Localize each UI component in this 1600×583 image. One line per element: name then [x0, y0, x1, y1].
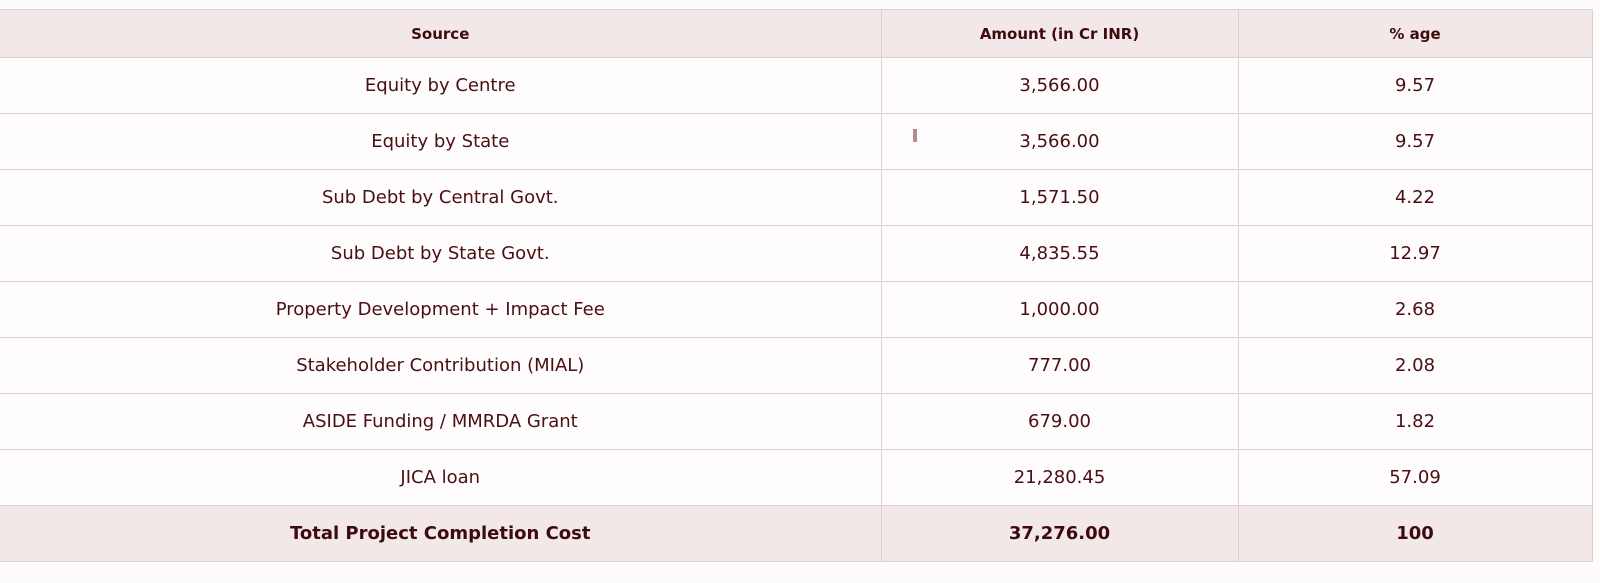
funding-table-container: Source Amount (in Cr INR) % age Equity b…: [0, 9, 1593, 562]
amount-cell: 3,566.00: [880, 113, 1239, 170]
percentage-cell: 9.57: [1237, 57, 1593, 114]
amount-value: 3,566.00: [1019, 131, 1100, 152]
total-amount-cell: 37,276.00: [880, 505, 1239, 562]
percentage-cell: 57.09: [1237, 449, 1593, 506]
percentage-cell: 2.08: [1237, 337, 1593, 394]
total-source-cell: Total Project Completion Cost: [0, 505, 882, 562]
table-row: Equity by State 3,566.00 9.57: [0, 113, 1593, 170]
source-cell: Property Development + Impact Fee: [0, 281, 882, 338]
total-row: Total Project Completion Cost 37,276.00 …: [0, 505, 1593, 562]
table-row: Equity by Centre 3,566.00 9.57: [0, 57, 1593, 114]
text-cursor-icon: [912, 129, 917, 142]
header-percentage: % age: [1237, 9, 1593, 58]
source-cell: JICA loan: [0, 449, 882, 506]
header-source: Source: [0, 9, 882, 58]
amount-cell: 21,280.45: [880, 449, 1239, 506]
table-row: JICA loan 21,280.45 57.09: [0, 449, 1593, 506]
table-row: ASIDE Funding / MMRDA Grant 679.00 1.82: [0, 393, 1593, 450]
source-cell: Sub Debt by State Govt.: [0, 225, 882, 282]
amount-cell: 4,835.55: [880, 225, 1239, 282]
funding-sources-table: Source Amount (in Cr INR) % age Equity b…: [0, 9, 1593, 562]
table-header-row: Source Amount (in Cr INR) % age: [0, 9, 1593, 58]
amount-cell: 1,000.00: [880, 281, 1239, 338]
table-row: Stakeholder Contribution (MIAL) 777.00 2…: [0, 337, 1593, 394]
percentage-cell: 2.68: [1237, 281, 1593, 338]
source-cell: ASIDE Funding / MMRDA Grant: [0, 393, 882, 450]
table-row: Sub Debt by State Govt. 4,835.55 12.97: [0, 225, 1593, 282]
header-amount: Amount (in Cr INR): [880, 9, 1239, 58]
percentage-cell: 4.22: [1237, 169, 1593, 226]
source-cell: Sub Debt by Central Govt.: [0, 169, 882, 226]
source-cell: Equity by Centre: [0, 57, 882, 114]
percentage-cell: 12.97: [1237, 225, 1593, 282]
total-percentage-cell: 100: [1237, 505, 1593, 562]
table-row: Property Development + Impact Fee 1,000.…: [0, 281, 1593, 338]
table-row: Sub Debt by Central Govt. 1,571.50 4.22: [0, 169, 1593, 226]
percentage-cell: 1.82: [1237, 393, 1593, 450]
source-cell: Equity by State: [0, 113, 882, 170]
source-cell: Stakeholder Contribution (MIAL): [0, 337, 882, 394]
amount-cell: 777.00: [880, 337, 1239, 394]
amount-cell: 1,571.50: [880, 169, 1239, 226]
amount-cell: 679.00: [880, 393, 1239, 450]
amount-cell: 3,566.00: [880, 57, 1239, 114]
percentage-cell: 9.57: [1237, 113, 1593, 170]
